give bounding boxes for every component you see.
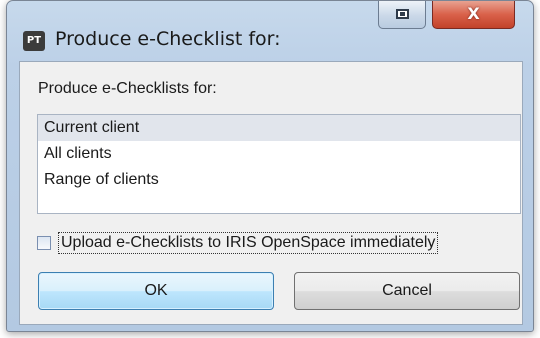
dialog-window: PT Produce e-Checklist for: X Produce e-… xyxy=(6,0,534,332)
restore-button[interactable] xyxy=(378,1,426,29)
list-item-range-of-clients[interactable]: Range of clients xyxy=(38,167,520,193)
upload-checkbox-label[interactable]: Upload e-Checklists to IRIS OpenSpace im… xyxy=(58,232,439,254)
upload-checkbox-row[interactable]: Upload e-Checklists to IRIS OpenSpace im… xyxy=(37,232,439,254)
client-scope-listbox[interactable]: Current client All clients Range of clie… xyxy=(37,114,521,214)
close-icon: X xyxy=(467,4,480,23)
instruction-label: Produce e-Checklists for: xyxy=(38,80,217,97)
dialog-content: Produce e-Checklists for: Current client… xyxy=(19,61,523,325)
upload-checkbox[interactable] xyxy=(37,236,51,250)
ok-button[interactable]: OK xyxy=(38,272,274,310)
list-item-all-clients[interactable]: All clients xyxy=(38,141,520,167)
restore-icon xyxy=(396,9,409,19)
list-item-current-client[interactable]: Current client xyxy=(38,115,520,141)
close-button[interactable]: X xyxy=(432,1,515,29)
window-title: Produce e-Checklist for: xyxy=(55,28,281,50)
app-icon: PT xyxy=(23,31,45,51)
cancel-button[interactable]: Cancel xyxy=(294,272,520,310)
